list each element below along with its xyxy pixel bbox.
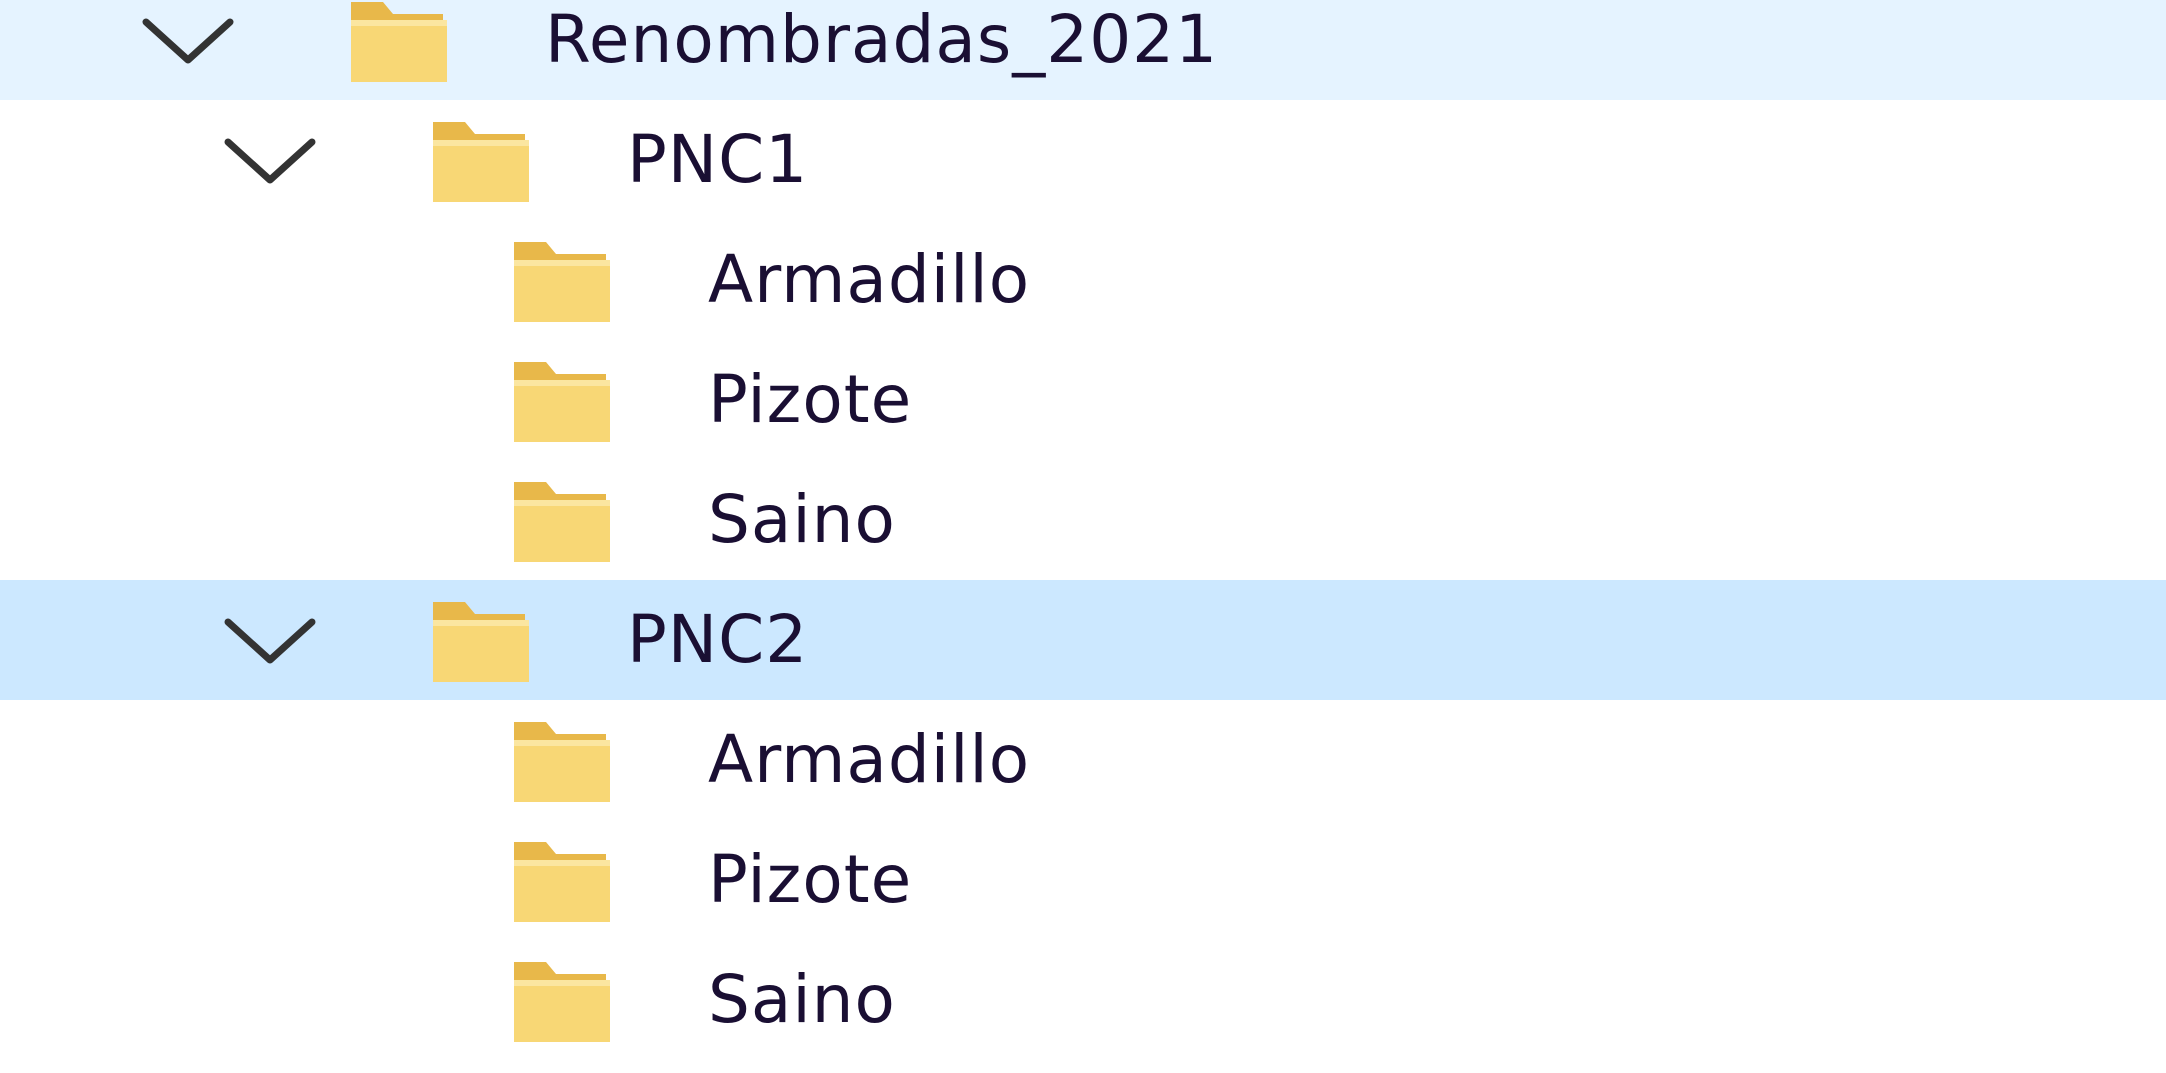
tree-item-label: Armadillo (708, 241, 1031, 318)
tree-item-pnc2-armadillo[interactable]: Armadillo (0, 700, 2166, 820)
tree-item-label: Renombradas_2021 (545, 1, 1219, 78)
tree-item-label: Pizote (708, 361, 913, 438)
tree-item-label: Armadillo (708, 721, 1031, 798)
tree-item-pnc2-saino[interactable]: Saino (0, 940, 2166, 1060)
tree-item-label: Saino (708, 481, 896, 558)
tree-item-pnc2[interactable]: PNC2 (0, 580, 2166, 700)
tree-item-pnc1-saino[interactable]: Saino (0, 460, 2166, 580)
chevron-down-icon[interactable] (138, 2, 238, 78)
tree-item-pnc2-pizote[interactable]: Pizote (0, 820, 2166, 940)
tree-item-pnc1-pizote[interactable]: Pizote (0, 340, 2166, 460)
folder-icon (508, 948, 618, 1052)
folder-icon (508, 468, 618, 572)
tree-item-renombradas-2021[interactable]: Renombradas_2021 (0, 0, 2166, 100)
tree-item-pnc1-armadillo[interactable]: Armadillo (0, 220, 2166, 340)
folder-icon (508, 828, 618, 932)
folder-icon (345, 0, 455, 92)
tree-item-label: PNC2 (627, 601, 809, 678)
chevron-down-icon[interactable] (220, 122, 320, 198)
folder-icon (508, 708, 618, 812)
folder-tree: Renombradas_2021 PNC1 Armadillo Pizote S… (0, 0, 2166, 1073)
tree-item-label: PNC1 (627, 121, 809, 198)
folder-icon (508, 228, 618, 332)
tree-item-pnc1[interactable]: PNC1 (0, 100, 2166, 220)
tree-item-label: Saino (708, 961, 896, 1038)
tree-item-label: Pizote (708, 841, 913, 918)
folder-icon (427, 588, 537, 692)
chevron-down-icon[interactable] (220, 602, 320, 678)
folder-icon (508, 348, 618, 452)
folder-icon (427, 108, 537, 212)
